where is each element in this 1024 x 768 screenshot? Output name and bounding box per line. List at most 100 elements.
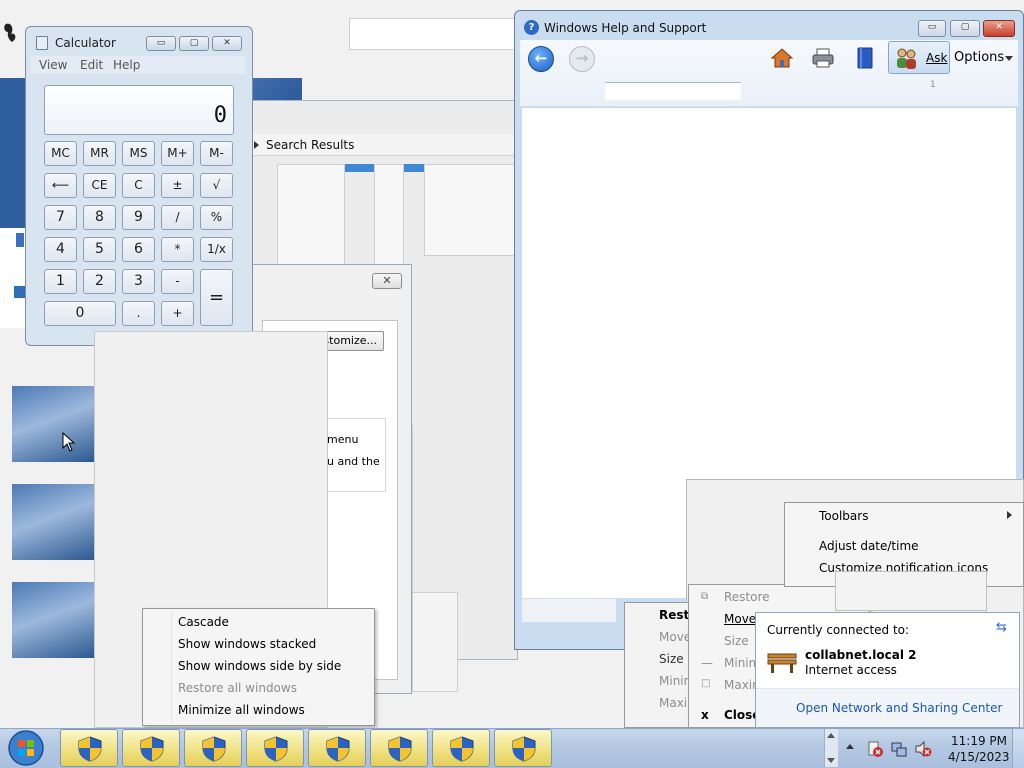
decimal-button[interactable]: . <box>122 301 155 326</box>
volume-muted-icon[interactable] <box>914 740 932 758</box>
uac-shield-icon <box>388 736 412 762</box>
scroll-up-icon[interactable] <box>827 733 835 738</box>
taskbar-app-button[interactable] <box>184 729 242 767</box>
web-thumbnail-2[interactable] <box>12 484 96 560</box>
digit-7-button[interactable]: 7 <box>44 205 77 230</box>
digit-2-button[interactable]: 2 <box>83 269 116 294</box>
digit-4-button[interactable]: 4 <box>44 237 77 262</box>
menu-move[interactable]: Move <box>659 630 691 644</box>
calculator-display: 0 <box>44 85 234 135</box>
menu-restore-all-windows[interactable]: Restore all windows <box>178 681 297 695</box>
menu-view[interactable]: View <box>39 58 67 72</box>
show-hidden-icons-icon[interactable] <box>846 744 854 749</box>
search-results-label[interactable]: Search Results <box>266 138 354 152</box>
clock-date[interactable]: 4/15/2023 <box>948 750 1010 764</box>
ce-button[interactable]: CE <box>83 173 116 198</box>
divide-button[interactable]: / <box>161 205 194 230</box>
menu-size[interactable]: Size <box>659 652 684 666</box>
search-results-pane <box>412 425 516 595</box>
reciprocal-button[interactable]: 1/x <box>200 237 233 262</box>
ms-button[interactable]: MS <box>122 141 155 166</box>
dialog-close-button[interactable]: ✕ <box>372 273 402 289</box>
calculator-minimize-button[interactable]: ▭ <box>146 36 176 51</box>
refresh-icon[interactable]: ⇆ <box>996 620 1012 635</box>
network-bench-icon <box>767 653 797 673</box>
mr-button[interactable]: MR <box>83 141 116 166</box>
menu-restore[interactable]: Restore <box>724 590 770 604</box>
network-popup-header: Currently connected to: <box>767 623 910 637</box>
digit-1-button[interactable]: 1 <box>44 269 77 294</box>
menu-show-windows-side-by-side[interactable]: Show windows side by side <box>178 659 341 673</box>
help-maximize-button[interactable]: ▢ <box>950 20 980 37</box>
help-close-button[interactable]: ✕ <box>983 20 1015 37</box>
menu-size[interactable]: Size <box>724 634 749 648</box>
equals-button[interactable]: = <box>200 269 233 326</box>
home-icon[interactable] <box>770 46 794 70</box>
network-sharing-center-link[interactable]: Open Network and Sharing Center <box>796 701 1002 715</box>
search-results-column <box>374 164 404 274</box>
web-search-box[interactable] <box>349 18 519 50</box>
web-thumbnail-1[interactable] <box>12 386 96 462</box>
search-results-pane <box>412 592 458 692</box>
digit-5-button[interactable]: 5 <box>83 237 116 262</box>
print-icon[interactable] <box>811 46 835 70</box>
taskbar-app-button[interactable] <box>308 729 366 767</box>
menu-edit[interactable]: Edit <box>80 58 103 72</box>
calculator-maximize-button[interactable]: ▢ <box>179 36 209 51</box>
browse-help-icon[interactable] <box>853 46 877 70</box>
web-selection-mark <box>16 233 24 247</box>
dialog-text: menu <box>327 433 359 446</box>
action-center-icon[interactable] <box>866 740 884 758</box>
add-button[interactable]: + <box>161 301 194 326</box>
restore-icon: ⧉ <box>701 591 709 602</box>
menu-adjust-date-time[interactable]: Adjust date/time <box>819 539 919 553</box>
menu-show-windows-stacked[interactable]: Show windows stacked <box>178 637 316 651</box>
menu-minimize-all-windows[interactable]: Minimize all windows <box>178 703 305 717</box>
options-menu[interactable]: Options <box>954 50 1004 65</box>
mminus-button[interactable]: M- <box>200 141 233 166</box>
network-name: collabnet.local 2 <box>805 648 917 662</box>
back-arrow-icon[interactable]: ← <box>528 46 554 72</box>
mouse-cursor-icon <box>62 432 76 452</box>
multiply-button[interactable]: * <box>161 237 194 262</box>
taskbar-app-button[interactable] <box>370 729 428 767</box>
menu-help[interactable]: Help <box>113 58 140 72</box>
taskbar-app-button[interactable] <box>246 729 304 767</box>
digit-6-button[interactable]: 6 <box>122 237 155 262</box>
expand-arrow-icon[interactable] <box>254 141 259 149</box>
ask-label[interactable]: Ask <box>926 51 947 65</box>
show-desktop-button[interactable] <box>1012 729 1024 768</box>
chevron-down-icon[interactable] <box>1005 56 1013 61</box>
digit-0-button[interactable]: 0 <box>44 301 116 326</box>
forward-arrow-icon[interactable]: → <box>569 46 595 72</box>
mc-button[interactable]: MC <box>44 141 77 166</box>
taskbar-app-button[interactable] <box>122 729 180 767</box>
menu-cascade[interactable]: Cascade <box>178 615 229 629</box>
backspace-button[interactable]: ⟵ <box>44 173 77 198</box>
mplus-button[interactable]: M+ <box>161 141 194 166</box>
clear-button[interactable]: C <box>122 173 155 198</box>
digit-9-button[interactable]: 9 <box>122 205 155 230</box>
taskbar-app-button[interactable] <box>432 729 490 767</box>
menu-toolbars[interactable]: Toolbars <box>819 509 868 523</box>
search-results-column <box>424 164 518 256</box>
digit-3-button[interactable]: 3 <box>122 269 155 294</box>
taskbar-app-button[interactable] <box>60 729 118 767</box>
dialog-text: u and the <box>327 455 380 468</box>
scroll-down-icon[interactable] <box>827 758 835 763</box>
help-search-input[interactable] <box>605 82 741 100</box>
network-tray-icon[interactable] <box>890 740 908 758</box>
start-button-icon[interactable] <box>4 729 48 767</box>
calculator-close-button[interactable]: ✕ <box>212 36 242 51</box>
web-thumbnail-3[interactable] <box>12 582 96 658</box>
help-search-marker: 1 <box>930 80 936 90</box>
help-minimize-button[interactable]: ▭ <box>918 20 946 37</box>
subtract-button[interactable]: - <box>161 269 194 294</box>
clock-time[interactable]: 11:19 PM <box>951 734 1007 748</box>
menu-move[interactable]: Move <box>724 612 756 626</box>
negate-button[interactable]: ± <box>161 173 194 198</box>
sqrt-button[interactable]: √ <box>200 173 233 198</box>
digit-8-button[interactable]: 8 <box>83 205 116 230</box>
taskbar-app-button[interactable] <box>494 729 552 767</box>
percent-button[interactable]: % <box>200 205 233 230</box>
